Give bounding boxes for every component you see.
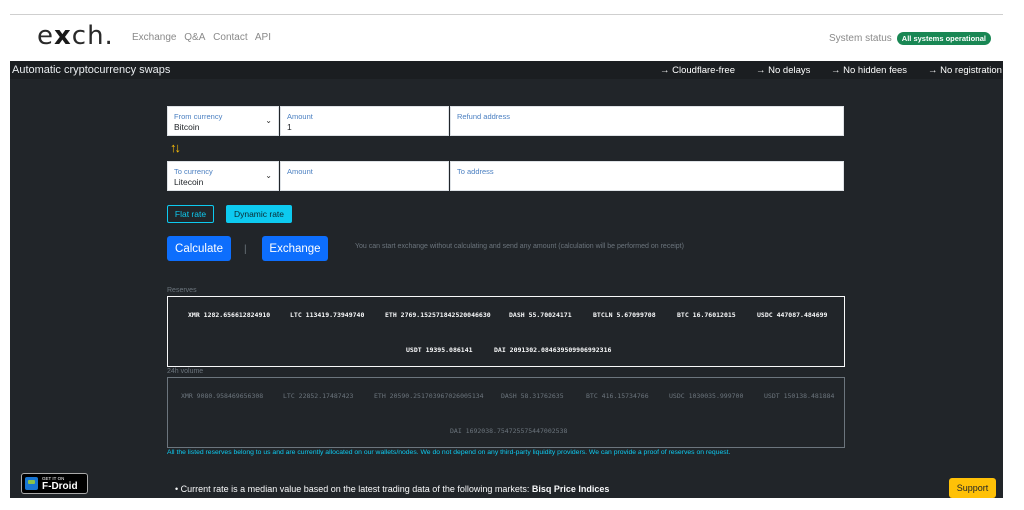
logo-x: x <box>54 21 72 51</box>
rate-info-bullet: • Current rate is a median value based o… <box>175 484 609 494</box>
system-status: System status All systems operational <box>829 32 991 45</box>
reserve-eth: ETH 2769.152571842520046630 <box>385 311 491 319</box>
amount-from-input[interactable]: Amount 1 <box>280 106 449 136</box>
main-panel: Automatic cryptocurrency swaps → Cloudfl… <box>10 61 1003 498</box>
logo[interactable]: exch. <box>37 21 114 51</box>
volume-usdt: USDT 150138.481884 <box>764 392 835 400</box>
from-currency-label: From currency <box>174 112 223 121</box>
volume-label: 24h volume <box>167 368 204 375</box>
to-currency-label: To currency <box>174 167 213 176</box>
rate-info-text: Current rate is a median value based on … <box>180 484 532 494</box>
flat-rate-button[interactable]: Flat rate <box>167 205 214 223</box>
calculate-button[interactable]: Calculate <box>167 236 231 261</box>
dynamic-rate-button[interactable]: Dynamic rate <box>226 205 292 223</box>
reserves-box: XMR 1282.656612824910 LTC 113419.7394974… <box>167 296 845 367</box>
reserve-usdc: USDC 447087.484699 <box>757 311 828 319</box>
reserve-usdt: USDT 19395.086141 <box>406 346 473 354</box>
from-currency-value: Bitcoin <box>174 122 200 132</box>
volume-box: XMR 9080.958469656308 LTC 22852.17487423… <box>167 377 845 448</box>
reserve-xmr: XMR 1282.656612824910 <box>188 311 271 319</box>
reserve-ltc: LTC 113419.73949740 <box>290 311 365 319</box>
feature-no-delays: → No delays <box>756 65 811 76</box>
amount-from-label: Amount <box>287 112 313 121</box>
amount-to-label: Amount <box>287 167 313 176</box>
bisq-price-indices-link[interactable]: Bisq Price Indices <box>532 484 610 494</box>
nav-links: Exchange Q&A Contact API <box>132 32 276 43</box>
volume-ltc: LTC 22852.17487423 <box>283 392 354 400</box>
top-navbar: exch. Exchange Q&A Contact API System st… <box>10 15 1003 61</box>
feature-cloudflare-free: → Cloudflare-free <box>660 65 735 76</box>
to-address-label: To address <box>457 167 494 176</box>
nav-link-exchange[interactable]: Exchange <box>132 32 176 43</box>
from-currency-select[interactable]: From currency Bitcoin ⌄ <box>167 106 279 136</box>
amount-to-input[interactable]: Amount <box>280 161 449 191</box>
calculation-hint: You can start exchange without calculati… <box>355 243 684 250</box>
nav-link-contact[interactable]: Contact <box>213 32 247 43</box>
fdroid-robot-icon <box>25 477 38 490</box>
swap-arrows-icon[interactable]: ↑↓ <box>170 140 181 155</box>
status-badge[interactable]: All systems operational <box>896 32 991 45</box>
reserve-btc: BTC 16.76012015 <box>677 311 736 319</box>
volume-dash: DASH 58.31762635 <box>501 392 564 400</box>
fdroid-big-text: F-Droid <box>42 481 78 492</box>
banner-title: Automatic cryptocurrency swaps <box>12 64 171 76</box>
nav-link-api[interactable]: API <box>255 32 271 43</box>
volume-xmr: XMR 9080.958469656308 <box>181 392 264 400</box>
chevron-down-icon: ⌄ <box>265 116 272 125</box>
volume-eth: ETH 20590.251703967026005134 <box>374 392 484 400</box>
support-button[interactable]: Support <box>949 478 996 498</box>
system-status-label[interactable]: System status <box>829 33 892 44</box>
to-address-input[interactable]: To address <box>450 161 844 191</box>
button-separator: | <box>244 244 247 255</box>
volume-btc: BTC 416.15734766 <box>586 392 649 400</box>
reserves-note: All the listed reserves belong to us and… <box>167 449 731 456</box>
to-currency-value: Litecoin <box>174 177 204 187</box>
refund-address-input[interactable]: Refund address <box>450 106 844 136</box>
to-currency-select[interactable]: To currency Litecoin ⌄ <box>167 161 279 191</box>
fdroid-badge[interactable]: GET IT ON F-Droid <box>21 473 88 494</box>
reserve-dash: DASH 55.70024171 <box>509 311 572 319</box>
reserve-dai: DAI 2091302.084639509906992316 <box>494 346 612 354</box>
logo-prefix: e <box>37 21 54 51</box>
feature-no-hidden-fees: → No hidden fees <box>831 65 908 76</box>
volume-usdc: USDC 1030035.999700 <box>669 392 744 400</box>
logo-suffix: ch. <box>71 21 114 51</box>
volume-dai: DAI 1692038.754725575447002538 <box>450 427 568 435</box>
refund-address-label: Refund address <box>457 112 510 121</box>
reserve-btcln: BTCLN 5.67099708 <box>593 311 656 319</box>
feature-no-registration: → No registration <box>928 65 1002 76</box>
chevron-down-icon: ⌄ <box>265 171 272 180</box>
amount-from-value: 1 <box>287 122 292 132</box>
banner: Automatic cryptocurrency swaps → Cloudfl… <box>10 61 1003 79</box>
nav-link-qa[interactable]: Q&A <box>184 32 205 43</box>
exchange-button[interactable]: Exchange <box>262 236 328 261</box>
reserves-label: Reserves <box>167 287 197 294</box>
